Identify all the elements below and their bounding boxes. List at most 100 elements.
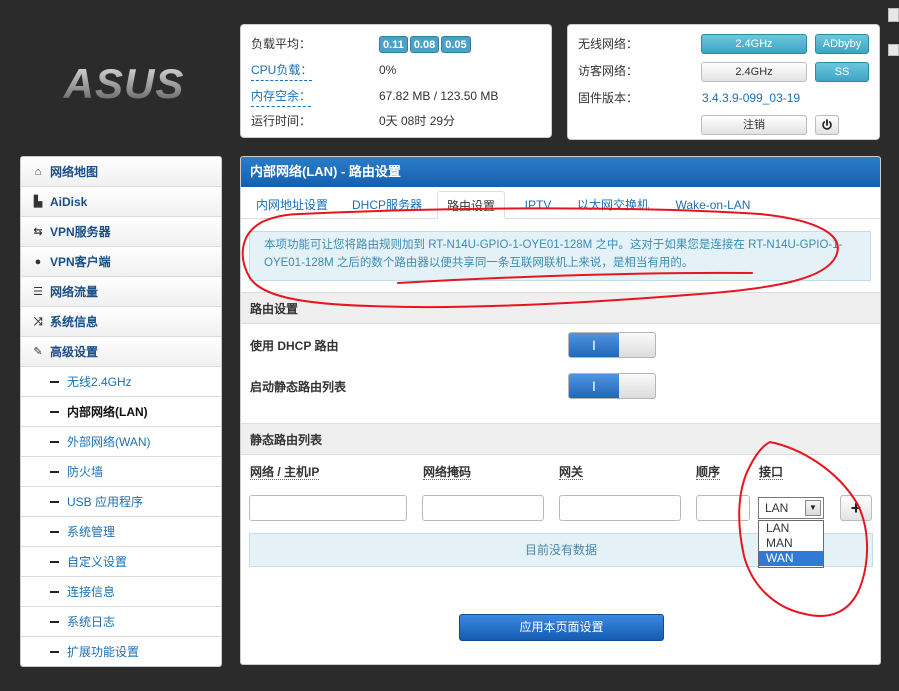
bullet-dash: [50, 531, 59, 533]
interface-select[interactable]: LAN ▼: [758, 497, 824, 519]
chevron-down-icon[interactable]: ▼: [805, 500, 821, 516]
adbyby-button[interactable]: ADbyby: [815, 34, 869, 54]
sidebar-item-vpn-client[interactable]: ● VPN客户端: [21, 247, 221, 277]
wireless-label: 无线网络：: [578, 37, 639, 51]
column-header-metric: 顺序: [696, 465, 721, 480]
sidebar-subitem-connections[interactable]: 连接信息: [21, 577, 221, 607]
main-panel: 内部网络(LAN) - 路由设置 内网地址设置 DHCP服务器 路由设置 IPT…: [240, 156, 881, 665]
sidebar-subitem-lan[interactable]: 内部网络(LAN): [21, 397, 221, 427]
tab-lan-address[interactable]: 内网地址设置: [247, 191, 337, 219]
sidebar-item-system-info[interactable]: ⤨ 系统信息: [21, 307, 221, 337]
info-message: 本项功能可让您将路由规则加到 RT-N14U-GPIO-1-OYE01-128M…: [249, 231, 871, 281]
column-header-gateway: 网关: [559, 465, 584, 480]
dhcp-route-label: 使用 DHCP 路由: [250, 339, 339, 353]
tab-routing[interactable]: 路由设置: [437, 191, 505, 219]
toggle-on-knob: I: [569, 374, 619, 398]
ss-button[interactable]: SS: [815, 62, 869, 82]
wireless-2g-button[interactable]: 2.4GHz: [701, 34, 807, 54]
sidebar-item-label: AiDisk: [50, 195, 88, 209]
sidebar-subitem-label: 外部网络(WAN): [67, 435, 151, 449]
load-1min: 0.11: [379, 36, 408, 53]
tab-ethernet-switch[interactable]: 以太网交换机: [569, 191, 657, 219]
firmware-version-link[interactable]: 3.4.3.9-099_03-19: [702, 88, 800, 108]
sidebar-item-advanced[interactable]: ✎ 高级设置: [21, 337, 221, 367]
sidebar-subitem-label: 防火墙: [67, 465, 104, 479]
wrench-icon: ✎: [33, 346, 43, 358]
bullet-dash: [50, 591, 59, 593]
cpu-row: CPU负载： 0%: [251, 60, 561, 81]
interface-option-wan[interactable]: WAN: [759, 551, 823, 566]
power-button[interactable]: [815, 115, 839, 135]
guest-label: 访客网络：: [578, 64, 639, 78]
uptime-value: 0天 08时 29分: [379, 114, 456, 128]
sidebar-subitem-label: 扩展功能设置: [67, 645, 140, 659]
routing-section-header: 路由设置: [241, 292, 880, 324]
bullet-dash: [50, 381, 59, 383]
bullet-dash: [50, 621, 59, 623]
uptime-row: 运行时间： 0天 08时 29分: [251, 111, 561, 131]
bullet-dash: [50, 651, 59, 653]
memory-free-value: 67.82 MB / 123.50 MB: [379, 89, 499, 103]
sidebar-subitem-label: 自定义设置: [67, 555, 128, 569]
asus-logo: ASUS: [63, 60, 184, 104]
sidebar-subitem-label: 内部网络(LAN): [67, 405, 148, 419]
column-header-mask: 网络掩码: [423, 465, 472, 480]
network-ip-input[interactable]: [249, 495, 407, 521]
interface-select-value: LAN: [765, 501, 789, 515]
sidebar-nav: ⌂ 网络地图 ▙ AiDisk ⇆ VPN服务器 ● VPN客户端 ☰ 网络流量…: [20, 156, 222, 667]
sidebar-subitem-firewall[interactable]: 防火墙: [21, 457, 221, 487]
tab-iptv[interactable]: IPTV: [513, 191, 563, 219]
netmask-input[interactable]: [422, 495, 544, 521]
tab-dhcp-server[interactable]: DHCP服务器: [344, 191, 430, 219]
dhcp-route-toggle[interactable]: I: [568, 332, 656, 358]
sidebar-subitem-syslog[interactable]: 系统日志: [21, 607, 221, 637]
uptime-label: 运行时间：: [251, 114, 312, 128]
interface-option-man[interactable]: MAN: [759, 536, 823, 551]
apply-settings-button[interactable]: 应用本页面设置: [459, 614, 664, 641]
window-edge-box: [888, 8, 899, 22]
sidebar-subitem-label: 无线2.4GHz: [67, 375, 132, 389]
sidebar-item-label: 高级设置: [50, 345, 99, 359]
memory-free-link[interactable]: 内存空余：: [251, 86, 312, 107]
page-title: 内部网络(LAN) - 路由设置: [241, 157, 880, 187]
disk-icon: ▙: [33, 196, 43, 208]
sidebar-subitem-admin[interactable]: 系统管理: [21, 517, 221, 547]
static-route-enable-toggle[interactable]: I: [568, 373, 656, 399]
sidebar-item-label: VPN客户端: [50, 255, 111, 269]
interface-option-lan[interactable]: LAN: [759, 521, 823, 536]
sidebar-subitem-custom[interactable]: 自定义设置: [21, 547, 221, 577]
retweet-icon: ⇆: [33, 226, 43, 238]
sidebar-item-label: 系统信息: [50, 315, 99, 329]
memory-row: 内存空余： 67.82 MB / 123.50 MB: [251, 86, 561, 107]
logout-button[interactable]: 注销: [701, 115, 807, 135]
power-icon: [822, 119, 832, 130]
add-route-button[interactable]: +: [840, 495, 872, 521]
metric-input[interactable]: [696, 495, 750, 521]
toggle-on-knob: I: [569, 333, 619, 357]
sidebar-subitem-extensions[interactable]: 扩展功能设置: [21, 637, 221, 666]
sidebar-subitem-usb[interactable]: USB 应用程序: [21, 487, 221, 517]
sidebar-item-network-map[interactable]: ⌂ 网络地图: [21, 157, 221, 187]
globe-icon: ●: [34, 256, 42, 268]
home-icon: ⌂: [34, 166, 42, 178]
static-route-enable-label: 启动静态路由列表: [250, 380, 347, 394]
guest-2g-button[interactable]: 2.4GHz: [701, 62, 807, 82]
sidebar-subitem-wan[interactable]: 外部网络(WAN): [21, 427, 221, 457]
list-icon: ☰: [33, 286, 43, 298]
load-average-values: 0.11 0.08 0.05: [379, 34, 473, 54]
cpu-load-value: 0%: [379, 63, 397, 77]
tab-wake-on-lan[interactable]: Wake-on-LAN: [667, 191, 759, 219]
sidebar-item-label: 网络地图: [50, 165, 99, 179]
sidebar-item-label: 网络流量: [50, 285, 99, 299]
sidebar-item-vpn-server[interactable]: ⇆ VPN服务器: [21, 217, 221, 247]
sidebar-subitem-wireless[interactable]: 无线2.4GHz: [21, 367, 221, 397]
sidebar-item-traffic[interactable]: ☰ 网络流量: [21, 277, 221, 307]
sidebar-item-aidisk[interactable]: ▙ AiDisk: [21, 187, 221, 217]
bullet-dash: [50, 501, 59, 503]
status-panel-network: 无线网络： 2.4GHz ADbyby 访客网络： 2.4GHz SS 固件版本…: [567, 24, 880, 140]
gateway-input[interactable]: [559, 495, 681, 521]
sidebar-subitem-label: 连接信息: [67, 585, 116, 599]
cpu-load-link[interactable]: CPU负载：: [251, 60, 313, 81]
bullet-dash: [50, 441, 59, 443]
shuffle-icon: ⤨: [33, 316, 43, 328]
